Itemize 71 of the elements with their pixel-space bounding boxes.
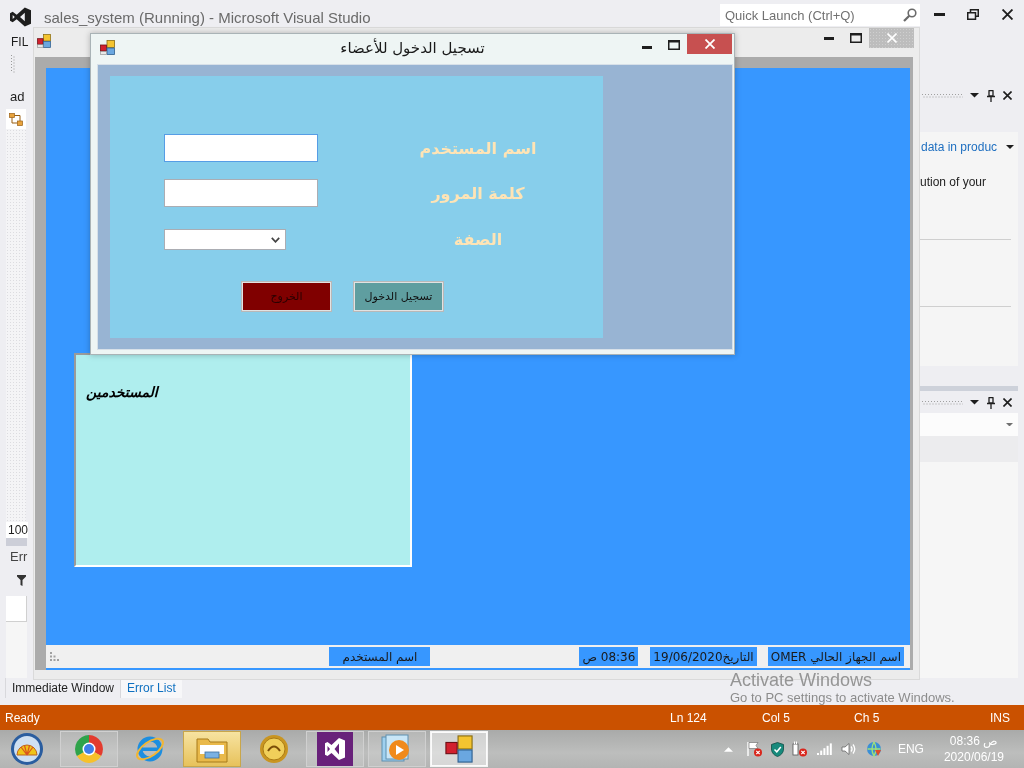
menu-item[interactable]: FIL: [11, 34, 29, 49]
coin-icon[interactable]: [258, 734, 289, 764]
text-field[interactable]: [164, 179, 318, 207]
dialog-title: تسجيل الدخول للأعضاء: [340, 39, 485, 57]
maximize-icon: [849, 33, 862, 43]
minimize-icon: [823, 36, 834, 40]
caret-down-icon[interactable]: [1006, 145, 1014, 149]
search-field[interactable]: Quick Launch (Ctrl+Q): [720, 4, 920, 26]
status-label: اسم الجهاز الحالي OMER: [767, 647, 904, 666]
window-squares-icon: [100, 40, 115, 55]
panel-tab[interactable]: Error List: [120, 678, 182, 698]
status-text: Ready: [4, 710, 41, 725]
column-indicator: Col 5: [762, 710, 791, 725]
status-label: التاريخ19/06/2020: [650, 647, 757, 666]
minimize-icon: [933, 12, 945, 16]
pin-icon[interactable]: [987, 89, 995, 102]
character-indicator: Ch 5: [854, 710, 881, 725]
dropdown-field[interactable]: [920, 413, 1018, 436]
speaker-icon[interactable]: [840, 742, 857, 756]
panel-title: Err: [10, 549, 29, 566]
panel-tab[interactable]: ad: [10, 89, 33, 105]
caret-down-icon[interactable]: [970, 400, 979, 405]
round-emblem-icon[interactable]: [10, 732, 44, 766]
folder-icon[interactable]: [196, 735, 229, 763]
text-field[interactable]: [164, 134, 318, 162]
grip-icon: [11, 55, 15, 73]
plug-icon[interactable]: [791, 741, 807, 757]
panel-link[interactable]: data in produc: [920, 140, 998, 154]
status-label: 08:36 ص: [579, 647, 639, 666]
insert-mode-indicator: INS: [990, 710, 1011, 725]
child-window-title: المستخدمين: [86, 384, 158, 400]
filter-icon: [17, 575, 26, 586]
login-button[interactable]: تسجيل الدخول: [353, 281, 444, 312]
caret-down-icon[interactable]: [970, 93, 979, 98]
pin-icon[interactable]: [987, 396, 995, 409]
connector-icon: [9, 112, 23, 126]
window-squares-icon[interactable]: [444, 735, 473, 763]
chevron-down-icon[interactable]: [271, 236, 280, 243]
close-icon: [1003, 91, 1012, 100]
close-icon: [704, 39, 715, 49]
infinity-tile-icon[interactable]: [317, 732, 354, 766]
activation-text: Go to PC settings to activate Windows.: [730, 690, 955, 705]
close-icon: [886, 33, 897, 43]
resize-grip-icon: [50, 652, 59, 661]
field-label: الصفة: [452, 230, 504, 249]
panel-body: [6, 622, 27, 678]
status-label: اسم المستخدم: [329, 647, 431, 666]
panel-header-bar: [6, 538, 27, 546]
list-header: [6, 596, 27, 622]
window-squares-icon: [37, 34, 51, 48]
close-icon: [1003, 398, 1012, 407]
dropdown-field[interactable]: [164, 229, 286, 250]
shield-icon[interactable]: [770, 741, 784, 757]
globe-arrow-icon[interactable]: [865, 741, 882, 757]
restore-icon: [967, 8, 979, 20]
window-title: sales_system (Running) - Microsoft Visual Studio: [44, 9, 372, 26]
close-icon: [1001, 8, 1013, 20]
taskbar-button[interactable]: [306, 731, 365, 767]
field-label: كلمة المرور: [429, 183, 526, 203]
flag-icon[interactable]: [746, 741, 762, 757]
search-icon: [903, 8, 917, 22]
toolbox-item[interactable]: [6, 109, 26, 129]
panel-text: ution of your: [920, 175, 988, 189]
activation-title: Activate Windows: [730, 671, 874, 690]
zoom-field[interactable]: 100: [6, 522, 28, 538]
minimize-icon: [641, 45, 652, 49]
line-indicator: Ln 124: [670, 710, 708, 725]
color-wheel-icon[interactable]: [73, 734, 104, 764]
maximize-icon: [667, 40, 680, 50]
vs-logo-icon: [10, 6, 31, 27]
field-label: اسم المستخدم: [418, 138, 538, 158]
